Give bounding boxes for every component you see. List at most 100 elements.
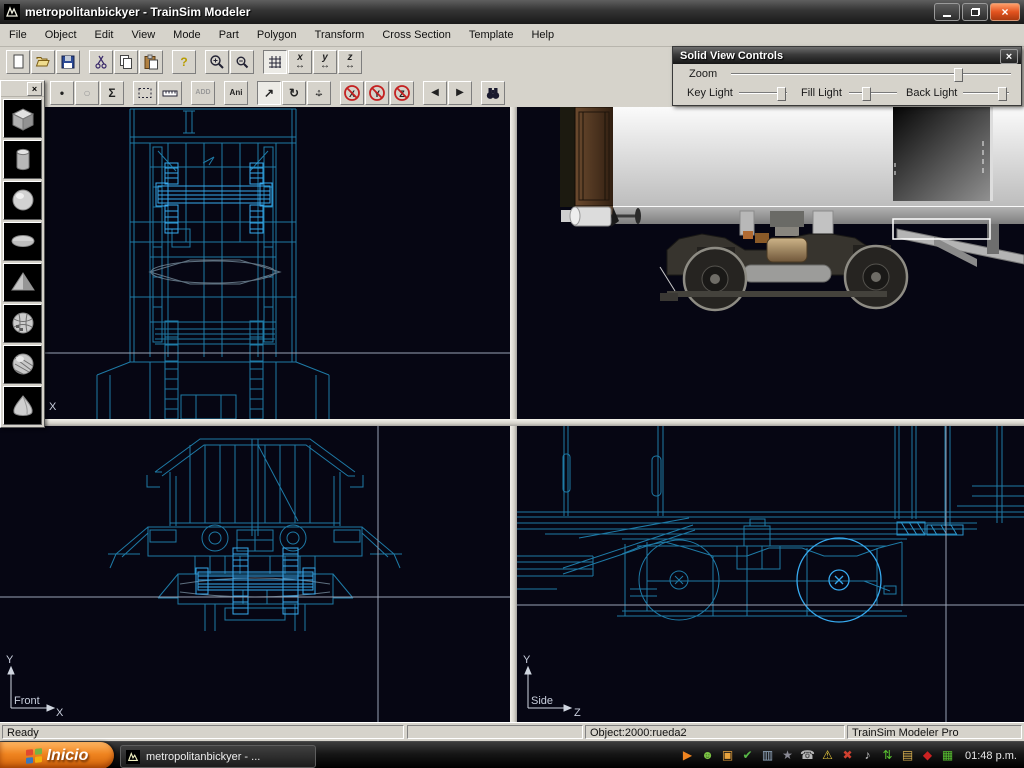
key-light-slider-thumb[interactable] xyxy=(777,87,786,101)
tray-media-player-icon[interactable]: ▶ xyxy=(680,742,695,768)
tray-network-error-icon[interactable]: ✖ xyxy=(840,742,855,768)
menu-item-help[interactable]: Help xyxy=(522,29,563,41)
solid-view-controls-close-icon[interactable]: × xyxy=(1000,49,1018,64)
tray-user-status-icon[interactable]: ☻ xyxy=(700,742,715,768)
vertical-splitter[interactable] xyxy=(510,107,517,722)
select-rect-button[interactable] xyxy=(133,81,157,105)
axis-x-button[interactable]: x↔ xyxy=(288,50,312,74)
shape-disc-button[interactable] xyxy=(3,222,42,261)
viewport-perspective[interactable] xyxy=(517,107,1024,419)
point-mode-button[interactable]: • xyxy=(50,81,74,105)
lock-x-button[interactable]: X xyxy=(340,81,364,105)
tray-volume-icon[interactable]: ♪ xyxy=(860,742,875,768)
front-view-canvas[interactable]: Y Front X xyxy=(0,426,510,722)
cut-button[interactable] xyxy=(89,50,113,74)
zoom-out-button[interactable] xyxy=(230,50,254,74)
lock-z-button[interactable]: Z xyxy=(390,81,414,105)
shape-geosphere-button[interactable] xyxy=(3,304,42,343)
tray-phone-icon[interactable]: ☎ xyxy=(800,742,815,768)
shape-cone-button[interactable] xyxy=(3,386,42,425)
key-light-slider[interactable] xyxy=(739,85,787,101)
palette-close-icon[interactable]: × xyxy=(27,82,42,96)
new-file-icon xyxy=(10,54,26,70)
shape-cylinder-button[interactable] xyxy=(3,140,42,179)
find-button[interactable] xyxy=(481,81,505,105)
tray-task-grid-icon[interactable]: ▦ xyxy=(940,742,955,768)
shape-pyramid-button[interactable] xyxy=(3,263,42,302)
copy-button[interactable] xyxy=(114,50,138,74)
zoom-in-button[interactable] xyxy=(205,50,229,74)
add-button[interactable]: ADD xyxy=(191,81,215,105)
minimize-button[interactable] xyxy=(934,3,960,21)
menu-item-transform[interactable]: Transform xyxy=(306,29,374,41)
close-button[interactable]: × xyxy=(990,3,1020,21)
z-axis-arrow-icon: ↔ xyxy=(345,62,355,70)
viewport-area: X xyxy=(0,107,1024,722)
tray-security-alert-icon[interactable]: ◆ xyxy=(920,742,935,768)
menu-item-cross-section[interactable]: Cross Section xyxy=(373,29,459,41)
viewport-top[interactable]: X xyxy=(0,107,510,419)
menu-item-file[interactable]: File xyxy=(0,29,36,41)
zoom-slider-thumb[interactable] xyxy=(954,68,963,82)
help-button[interactable]: ? xyxy=(172,50,196,74)
zoom-slider[interactable] xyxy=(731,66,1011,82)
menu-item-object[interactable]: Object xyxy=(36,29,86,41)
tray-messenger-icon[interactable]: ▣ xyxy=(720,742,735,768)
y-axis-arrow-icon: ↔ xyxy=(320,62,330,70)
disc-shape-icon xyxy=(9,228,37,255)
tray-antivirus-icon[interactable]: ✔ xyxy=(740,742,755,768)
viewport-side[interactable]: Y Side Z xyxy=(517,426,1024,722)
viewport-front[interactable]: Y Front X xyxy=(0,426,510,722)
shape-palette-header[interactable]: × xyxy=(1,81,44,97)
fill-light-slider[interactable] xyxy=(849,85,897,101)
axis-z-button[interactable]: z↔ xyxy=(338,50,362,74)
side-view-canvas[interactable]: Y Side Z xyxy=(517,426,1024,722)
geosphere2-shape-icon xyxy=(9,351,37,378)
tray-star-icon[interactable]: ★ xyxy=(780,742,795,768)
sigma-button[interactable]: Σ xyxy=(100,81,124,105)
fill-light-slider-thumb[interactable] xyxy=(862,87,871,101)
animation-button[interactable]: Ani xyxy=(224,81,248,105)
menu-item-view[interactable]: View xyxy=(123,29,165,41)
solid-view-canvas[interactable] xyxy=(517,107,1024,419)
zoom-in-icon xyxy=(209,54,225,70)
next-button[interactable]: ▶ xyxy=(448,81,472,105)
task-button[interactable]: metropolitanbickyer - ... xyxy=(120,745,316,768)
shape-sphere-button[interactable] xyxy=(3,181,42,220)
status-message: Ready xyxy=(2,725,404,739)
prev-button[interactable]: ◀ xyxy=(423,81,447,105)
shape-box-button[interactable] xyxy=(3,99,42,138)
ruler-button[interactable] xyxy=(158,81,182,105)
menu-item-part[interactable]: Part xyxy=(210,29,248,41)
menu-item-polygon[interactable]: Polygon xyxy=(248,29,306,41)
axis-y-button[interactable]: y↔ xyxy=(313,50,337,74)
paste-button[interactable] xyxy=(139,50,163,74)
status-empty-panel xyxy=(407,725,583,739)
shape-geosphere2-button[interactable] xyxy=(3,345,42,384)
scale-tool-button[interactable]: ↔↕ xyxy=(307,81,331,105)
menu-item-edit[interactable]: Edit xyxy=(86,29,123,41)
tray-network-warning-icon[interactable]: ⚠ xyxy=(820,742,835,768)
lock-y-button[interactable]: Y xyxy=(365,81,389,105)
menu-item-template[interactable]: Template xyxy=(460,29,523,41)
solid-view-controls-title: Solid View Controls xyxy=(680,50,783,62)
circle-mode-button[interactable]: ○ xyxy=(75,81,99,105)
horizontal-splitter[interactable] xyxy=(0,419,1024,426)
taskbar-clock[interactable]: 01:48 p.m. xyxy=(965,750,1017,762)
tray-display-icon[interactable]: ▥ xyxy=(760,742,775,768)
rotate-tool-button[interactable]: ↻ xyxy=(282,81,306,105)
top-view-canvas[interactable]: X xyxy=(0,107,510,419)
save-button[interactable] xyxy=(56,50,80,74)
move-tool-button[interactable]: ↗ xyxy=(257,81,281,105)
new-button[interactable] xyxy=(6,50,30,74)
back-light-slider-thumb[interactable] xyxy=(998,87,1007,101)
start-button[interactable]: Inicio xyxy=(0,742,114,768)
tray-folder-icon[interactable]: ▤ xyxy=(900,742,915,768)
restore-button[interactable] xyxy=(962,3,988,21)
grid-toggle-button[interactable] xyxy=(263,50,287,74)
solid-view-controls-titlebar[interactable]: Solid View Controls × xyxy=(673,47,1021,64)
back-light-slider[interactable] xyxy=(963,85,1009,101)
tray-sync-icon[interactable]: ⇅ xyxy=(880,742,895,768)
menu-item-mode[interactable]: Mode xyxy=(164,29,210,41)
open-button[interactable] xyxy=(31,50,55,74)
